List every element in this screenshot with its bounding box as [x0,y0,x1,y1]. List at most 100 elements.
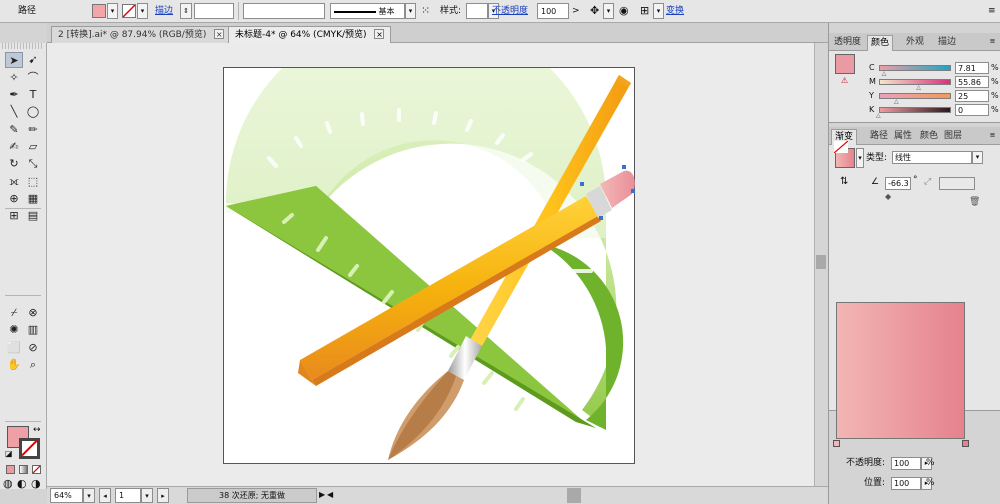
canvas[interactable] [47,43,814,486]
close-icon[interactable]: × [374,29,385,39]
artboard-icon[interactable]: ⬜ [5,340,23,356]
color-swatch[interactable] [835,54,855,74]
gradient-stop-end[interactable] [962,440,969,447]
next-artboard-button[interactable]: ▸ [157,488,169,503]
type-icon[interactable]: T [24,87,42,103]
scroll-left-icon[interactable]: ◀ [327,488,333,503]
brush-dropdown[interactable]: ▾ [405,3,416,19]
status-menu-icon[interactable]: ▶ [319,488,325,503]
lasso-icon[interactable]: ⌒ [24,70,42,86]
draw-normal-icon[interactable]: ◍ [3,477,13,490]
recolor-dropdown[interactable]: ▾ [603,3,614,19]
gradient-type-dropdown[interactable]: ▾ [972,151,983,164]
channel-slider-track[interactable] [879,65,951,71]
opacity-link[interactable]: 不透明度 [492,3,528,19]
tab-color-2[interactable]: 颜色 [917,129,941,145]
gradient-icon[interactable]: ▤ [24,208,42,224]
stop-position-field[interactable]: 100 [891,477,921,490]
gradient-type-select[interactable]: 线性 [892,151,972,164]
recolor-artwork-icon[interactable]: ✥ [590,3,599,19]
line-icon[interactable]: ╲ [5,104,23,120]
align-icon[interactable]: ⊞ [640,3,649,19]
align-to-artboard-icon[interactable]: ⁙ [421,3,430,19]
paintbrush-icon[interactable]: ✎ [5,122,23,138]
channel-value-field[interactable]: 25 [955,90,989,102]
mesh-icon[interactable]: ⊞ [5,208,23,224]
opacity-arrow[interactable]: > [572,3,580,19]
free-transform-icon[interactable]: ⬚ [24,174,42,190]
pen-icon[interactable]: ✒ [5,87,23,103]
panel-menu-icon[interactable]: ≡ [988,37,997,46]
artboard[interactable] [223,67,635,464]
width-icon[interactable]: ⟗ [5,174,23,190]
gradient-preview[interactable] [836,302,965,439]
tab-appearance[interactable]: 外观 [903,35,927,51]
symbol-sprayer-icon[interactable]: ✺ [5,322,23,338]
none-mode-icon[interactable] [32,465,41,474]
direct-selection-icon[interactable]: ➹ [24,52,42,68]
brush-definition[interactable]: 基本 [330,3,405,19]
gradient-stop-start[interactable] [833,440,840,447]
eyedropper-icon[interactable]: ⌿ [5,305,23,321]
fill-dropdown[interactable]: ▾ [107,3,118,19]
slice-icon[interactable]: ⊘ [24,340,42,356]
tab-stroke[interactable]: 描边 [935,35,959,51]
column-graph-icon[interactable]: ▥ [24,322,42,338]
gradient-mode-icon[interactable] [19,465,28,474]
panel-menu-icon[interactable]: ≡ [988,3,996,19]
tab-attributes[interactable]: 属性 [891,129,915,145]
tab-pathfinder[interactable]: 路径 [867,129,891,145]
channel-value-field[interactable]: 0 [955,104,989,116]
channel-slider-track[interactable] [879,79,951,85]
stroke-dropdown[interactable]: ▾ [137,3,148,19]
page-dropdown[interactable]: ▾ [141,488,153,503]
tab-document-1[interactable]: 2 [转换].ai* @ 87.94% (RGB/预览) × [51,26,232,43]
isolate-icon[interactable]: ◉ [619,3,629,19]
shape-builder-icon[interactable]: ⊕ [5,191,23,207]
channel-slider-track[interactable] [879,107,951,113]
out-of-gamut-icon[interactable]: ⚠ [841,76,848,85]
default-fill-stroke-icon[interactable]: ◪ [5,449,13,458]
stroke-link[interactable]: 描边 [155,3,173,19]
ellipse-icon[interactable]: ◯ [24,104,42,120]
delete-stop-icon[interactable]: 🗑 [969,197,980,207]
first-artboard-button[interactable]: ◂ [99,488,111,503]
blob-brush-icon[interactable]: ✍ [5,139,23,155]
reverse-gradient-icon[interactable]: ⇅ [840,176,848,187]
screen-mode-icon[interactable]: ◐ [17,477,27,490]
stroke-color-swatch[interactable] [19,438,40,459]
toolbox-grip[interactable] [2,43,44,49]
rotate-icon[interactable]: ↻ [5,156,23,172]
align-dropdown[interactable]: ▾ [653,3,664,19]
tab-color[interactable]: 颜色 [867,35,894,51]
tab-layers[interactable]: 图层 [941,129,965,145]
tab-transparency[interactable]: 透明度 [831,35,864,51]
eraser-icon[interactable]: ▱ [24,139,42,155]
zoom-dropdown[interactable]: ▾ [83,488,95,503]
pencil-icon[interactable]: ✏ [24,122,42,138]
transform-link[interactable]: 变换 [666,3,684,19]
selection-icon[interactable]: ➤ [5,52,23,68]
horizontal-scroll-thumb[interactable] [567,488,581,503]
channel-slider-handle[interactable]: △ [876,112,881,119]
stroke-weight-stepper[interactable]: ⇕ [180,3,192,19]
fill-swatch[interactable] [92,4,106,18]
channel-value-field[interactable]: 7.81 [955,62,989,74]
blend-icon[interactable]: ⊗ [24,305,42,321]
change-screen-mode-icon[interactable]: ◑ [31,477,41,490]
midpoint-diamond-icon[interactable]: ◆ [885,192,891,201]
scale-icon[interactable]: ⤡ [24,156,42,172]
panel-menu-icon[interactable]: ≡ [988,131,997,140]
tab-document-2[interactable]: 未标题-4* @ 64% (CMYK/预览) × [228,26,392,43]
perspective-icon[interactable]: ▦ [24,191,42,207]
stop-opacity-field[interactable]: 100 [891,457,921,470]
stroke-weight-field[interactable] [194,3,234,19]
vertical-scrollbar[interactable] [814,43,827,486]
magic-wand-icon[interactable]: ✧ [5,70,23,86]
channel-value-field[interactable]: 55.86 [955,76,989,88]
vertical-scroll-thumb[interactable] [816,255,826,269]
color-mode-icon[interactable] [6,465,15,474]
angle-field[interactable]: -66.3 [885,177,911,190]
hand-icon[interactable]: ✋ [5,357,23,373]
channel-slider-track[interactable] [879,93,951,99]
